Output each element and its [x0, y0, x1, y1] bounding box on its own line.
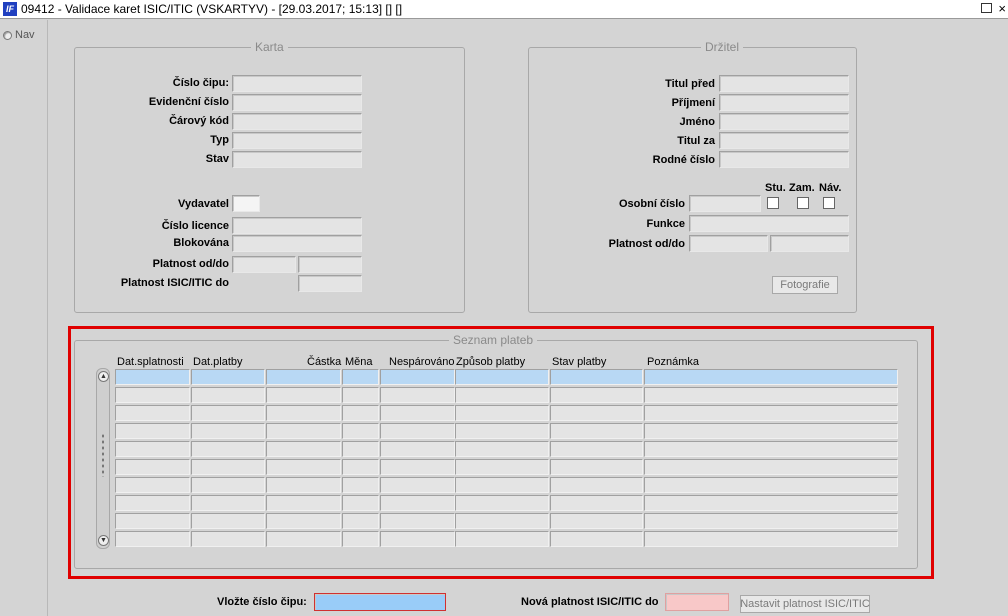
label-stav: Stav	[205, 153, 229, 165]
label-cislo-cipu: Číslo čipu:	[172, 77, 229, 89]
drzitel-group-title: Držitel	[701, 40, 744, 54]
titul-za-field[interactable]	[719, 132, 849, 149]
label-nova-platnost: Nová platnost ISIC/ITIC do	[521, 596, 659, 608]
nastavit-platnost-button[interactable]: Nastavit platnost ISIC/ITIC	[740, 595, 870, 613]
window-titlebar: IF 09412 - Validace karet ISIC/ITIC (VSK…	[0, 0, 1008, 19]
label-rodne-cislo: Rodné číslo	[652, 154, 715, 166]
label-jmeno: Jméno	[679, 116, 715, 128]
highlight-frame	[68, 326, 934, 579]
karta-group-title: Karta	[251, 40, 288, 54]
carovy-kod-field[interactable]	[232, 113, 362, 130]
sidebar: Nav	[0, 20, 48, 616]
label-vlozte-cislo-cipu: Vložte číslo čipu:	[217, 596, 307, 608]
nav-toggle[interactable]: Nav	[3, 29, 35, 41]
drzitel-platnost-od-field[interactable]	[689, 235, 768, 252]
label-funkce: Funkce	[646, 218, 685, 230]
label-zam: Zam.	[789, 182, 815, 194]
cislo-cipu-field[interactable]	[232, 75, 362, 92]
label-karta-platnost: Platnost od/do	[152, 258, 229, 270]
platnost-isic-field[interactable]	[298, 275, 362, 292]
label-evidencni-cislo: Evidenční číslo	[148, 96, 229, 108]
label-titul-za: Titul za	[677, 135, 715, 147]
nav-label: Nav	[15, 29, 35, 41]
jmeno-field[interactable]	[719, 113, 849, 130]
label-nav: Náv.	[819, 182, 842, 194]
typ-field[interactable]	[232, 132, 362, 149]
vydavatel-field[interactable]	[232, 195, 260, 212]
rodne-cislo-field[interactable]	[719, 151, 849, 168]
nova-platnost-input[interactable]	[665, 593, 729, 611]
cislo-licence-field[interactable]	[232, 217, 362, 234]
label-platnost-isic: Platnost ISIC/ITIC do	[120, 277, 229, 289]
label-prijmeni: Příjmení	[671, 97, 715, 109]
label-drzitel-platnost: Platnost od/do	[608, 238, 685, 250]
fotografie-button[interactable]: Fotografie	[772, 276, 838, 294]
label-typ: Typ	[210, 134, 229, 146]
restore-icon[interactable]	[981, 3, 992, 13]
window-title: 09412 - Validace karet ISIC/ITIC (VSKART…	[21, 2, 403, 16]
karta-platnost-od-field[interactable]	[232, 256, 296, 273]
funkce-field[interactable]	[689, 215, 849, 232]
karta-platnost-do-field[interactable]	[298, 256, 362, 273]
prijmeni-field[interactable]	[719, 94, 849, 111]
radio-icon[interactable]	[3, 30, 12, 40]
vlozte-cislo-cipu-input[interactable]	[314, 593, 446, 611]
label-titul-pred: Titul před	[665, 78, 715, 90]
label-vydavatel: Vydavatel	[178, 198, 229, 210]
drzitel-platnost-do-field[interactable]	[770, 235, 849, 252]
label-carovy-kod: Čárový kód	[169, 115, 229, 127]
evidencni-cislo-field[interactable]	[232, 94, 362, 111]
label-stu: Stu.	[765, 182, 786, 194]
zam-checkbox[interactable]	[797, 197, 809, 209]
osobni-cislo-field[interactable]	[689, 195, 761, 212]
stav-field[interactable]	[232, 151, 362, 168]
nav-checkbox[interactable]	[823, 197, 835, 209]
app-icon: IF	[3, 2, 17, 16]
label-cislo-licence: Číslo licence	[161, 220, 229, 232]
blokovana-field[interactable]	[232, 235, 362, 252]
label-osobni-cislo: Osobní číslo	[618, 198, 685, 210]
label-blokovana: Blokována	[173, 237, 229, 249]
close-icon[interactable]: ×	[998, 1, 1006, 16]
stu-checkbox[interactable]	[767, 197, 779, 209]
titul-pred-field[interactable]	[719, 75, 849, 92]
